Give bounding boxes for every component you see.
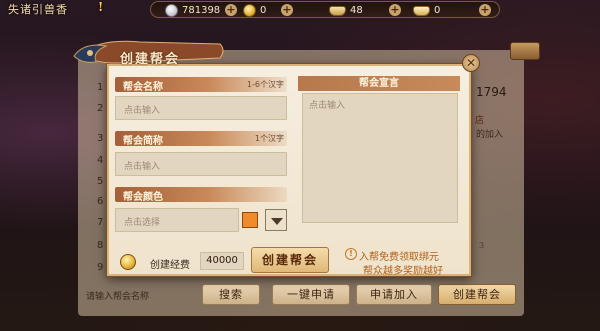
color-dropdown-button[interactable]: [265, 209, 287, 231]
top-bar: 失诸引兽香 ! 781398 + 0 + 48 + 0 +: [0, 0, 600, 20]
guild-info-text: 店: [475, 116, 485, 126]
guild-short-name-section-header: 帮会简称 1个汉字: [115, 131, 287, 147]
guild-list-tab-button[interactable]: [510, 42, 540, 60]
creation-cost-label: 创建经费: [150, 260, 190, 271]
section-hint: 1个汉字: [254, 134, 284, 143]
add-bound-ingot-button[interactable]: +: [479, 4, 491, 16]
list-row-number: 3: [97, 133, 104, 144]
add-silver-button[interactable]: +: [225, 4, 237, 16]
resource-gold: 0: [243, 2, 266, 19]
resource-value: 0: [434, 5, 441, 16]
search-button[interactable]: 搜索: [202, 284, 260, 305]
list-row-number: 7: [97, 217, 104, 228]
list-row-number: 1: [97, 82, 104, 93]
resource-value: 48: [350, 5, 363, 16]
bound-ingot-icon: [413, 5, 430, 16]
list-row-number: 6: [97, 196, 104, 207]
resource-bar: 781398 + 0 + 48 + 0 +: [150, 1, 500, 18]
list-row-number: 5: [97, 176, 104, 187]
apply-join-button[interactable]: 申请加入: [356, 284, 432, 305]
guild-color-section-header: 帮会颜色: [115, 187, 287, 203]
section-hint: 1-6个汉字: [246, 80, 284, 89]
resource-bound-ingot: 0: [413, 2, 440, 19]
gold-coin-icon: [243, 4, 256, 17]
guild-search-input[interactable]: 请输入帮会名称: [80, 284, 188, 304]
list-row-number: 8: [97, 240, 104, 251]
guild-color-select[interactable]: 点击选择: [115, 208, 239, 232]
resource-value: 781398: [182, 5, 221, 16]
guild-id-value: 1794: [476, 85, 507, 99]
guild-info-text: 的加入: [476, 130, 504, 140]
chevron-down-icon: [271, 218, 283, 225]
join-tip-line: 帮众越多奖励越好: [363, 266, 443, 277]
gold-ingot-icon: [329, 5, 346, 16]
color-swatch[interactable]: [242, 212, 258, 228]
dialog-title: 创建帮会: [120, 52, 181, 67]
resource-value: 0: [260, 5, 267, 16]
resource-ingot: 48: [329, 2, 363, 19]
section-label: 帮会名称: [123, 82, 163, 93]
guild-name-input[interactable]: 点击输入: [115, 96, 287, 120]
add-ingot-button[interactable]: +: [389, 4, 401, 16]
silver-coin-icon: [165, 4, 178, 17]
list-row-number: 2: [97, 103, 104, 114]
quest-alert-icon: !: [98, 0, 104, 14]
guild-info-text: 3: [479, 241, 485, 250]
gold-coin-icon: [120, 254, 136, 270]
list-row-number: 9: [97, 262, 104, 273]
quest-tracker-text[interactable]: 失诸引兽香: [8, 1, 68, 17]
guild-declaration-input[interactable]: 点击输入: [302, 93, 458, 223]
resource-silver: 781398: [165, 2, 220, 19]
section-label: 帮会简称: [123, 136, 163, 147]
guild-declaration-header: 帮会宣言: [298, 76, 460, 91]
creation-cost-value: 40000: [200, 252, 244, 270]
quick-apply-button[interactable]: 一键申请: [272, 284, 350, 305]
guild-name-section-header: 帮会名称 1-6个汉字: [115, 77, 287, 93]
add-gold-button[interactable]: +: [281, 4, 293, 16]
open-create-guild-button[interactable]: 创建帮会: [438, 284, 516, 305]
join-tip-line: 入帮免费领取绑元: [359, 252, 439, 263]
create-guild-button[interactable]: 创建帮会: [251, 247, 329, 273]
list-row-number: 4: [97, 155, 104, 166]
guild-short-name-input[interactable]: 点击输入: [115, 152, 287, 176]
section-label: 帮会颜色: [123, 192, 163, 203]
close-icon[interactable]: ✕: [462, 54, 480, 72]
info-icon: !: [345, 248, 357, 260]
